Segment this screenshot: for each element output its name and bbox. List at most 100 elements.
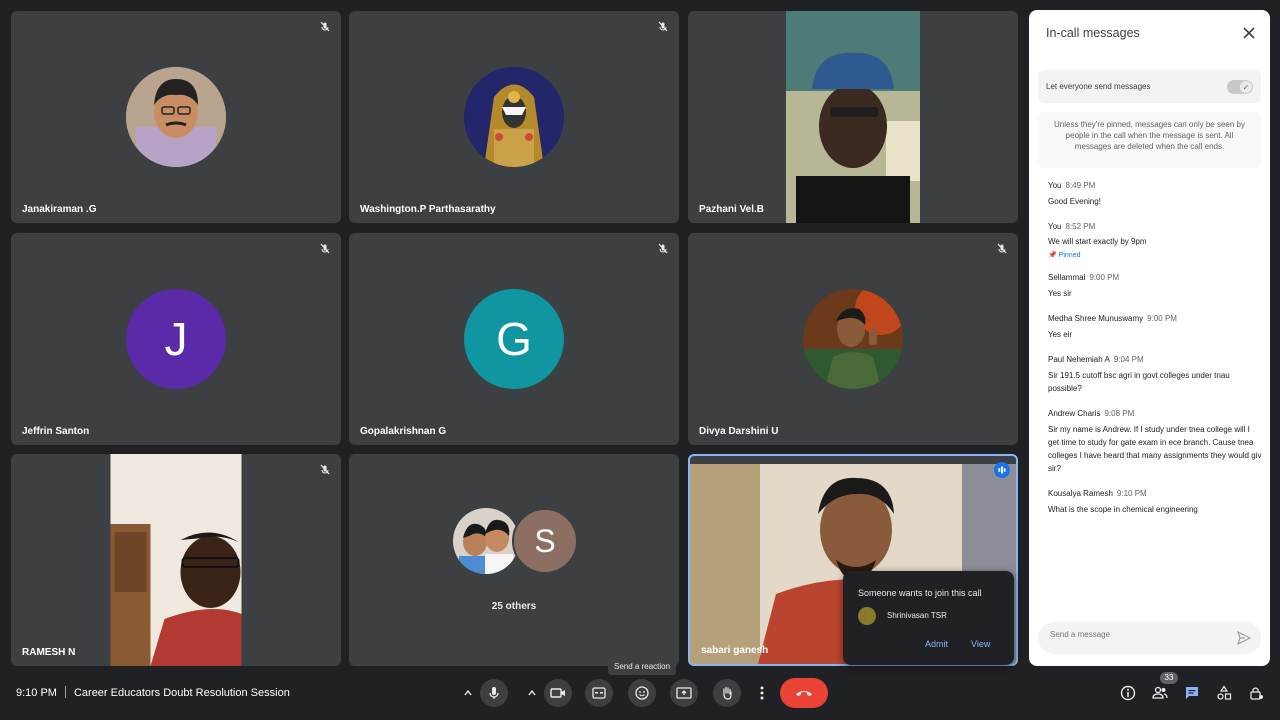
message[interactable]: You 8:52 PM We will start exactly by 9pm … — [1048, 222, 1263, 259]
leave-call-button[interactable] — [780, 678, 828, 708]
pinned-label: 📌 Pinned — [1048, 251, 1263, 259]
messages-info: Unless they're pinned, messages can only… — [1038, 112, 1261, 168]
divider — [64, 686, 66, 698]
message-text: What is the scope in chemical engineerin… — [1048, 505, 1198, 514]
message-sender: Medha Shree Munuswamy — [1048, 314, 1144, 323]
message-text: Sir my name is Andrew. If I study under … — [1048, 425, 1262, 473]
join-requester-name: Shrinivasan TSR — [887, 611, 947, 620]
camera-button[interactable] — [544, 679, 572, 707]
message-sender: You — [1048, 222, 1062, 231]
join-request-popup: Someone wants to join this call Shriniva… — [843, 571, 1014, 665]
send-messages-toggle[interactable]: ✓ — [1227, 80, 1253, 94]
mic-off-icon — [994, 241, 1010, 257]
send-icon[interactable] — [1237, 631, 1251, 645]
pin-icon: 📌 — [1048, 252, 1057, 259]
avatar-initial: J — [126, 289, 226, 389]
participant-name: Divya Darshini U — [699, 426, 779, 437]
captions-icon — [592, 687, 606, 699]
close-icon[interactable] — [1242, 26, 1256, 40]
mic-off-icon — [317, 462, 333, 478]
message-sender: Andrew Charis — [1048, 409, 1101, 418]
avatar-initial: S — [512, 508, 578, 574]
avatar-initial: G — [464, 289, 564, 389]
meeting-details-button[interactable] — [1118, 683, 1138, 703]
participant-tile[interactable]: G Gopalakrishnan G — [349, 233, 679, 445]
chat-icon — [1186, 687, 1198, 699]
participant-name: Gopalakrishnan G — [360, 426, 447, 437]
camera-icon — [550, 688, 565, 698]
chat-button[interactable] — [1182, 683, 1202, 703]
current-time: 9:10 PM — [16, 687, 57, 699]
message-sender: Paul Nehemiah A — [1048, 355, 1110, 364]
mic-off-icon — [317, 241, 333, 257]
chevron-up-icon — [528, 689, 536, 696]
others-tile[interactable]: S 25 others — [349, 454, 679, 666]
message-sender: You — [1048, 181, 1062, 190]
video-options-button[interactable] — [522, 679, 542, 707]
pinned-text: Pinned — [1058, 252, 1081, 259]
message-time: 9:04 PM — [1113, 355, 1144, 364]
view-button[interactable]: View — [971, 639, 990, 649]
participant-tile[interactable]: Pazhani Vel.B — [688, 11, 1018, 223]
reaction-button[interactable] — [628, 679, 656, 707]
mic-off-icon — [655, 19, 671, 35]
message-text: Good Evening! — [1048, 197, 1101, 206]
captions-button[interactable] — [585, 679, 613, 707]
in-call-messages-panel: In-call messages Let everyone send messa… — [1029, 10, 1270, 666]
participant-name: Washington.P Parthasarathy — [360, 204, 496, 215]
avatar — [803, 289, 903, 389]
avatar — [464, 67, 564, 167]
message: Kousalya Ramesh 9:10 PM What is the scope… — [1048, 489, 1263, 516]
mic-off-icon — [655, 241, 671, 257]
message: Paul Nehemiah A 9:04 PM Sir 191.5 cutoff … — [1048, 355, 1263, 395]
panel-title: In-call messages — [1046, 26, 1140, 40]
message-sender: Kousalya Ramesh — [1048, 489, 1113, 498]
participant-name: sabari ganesh — [701, 645, 769, 656]
join-requester-avatar — [858, 607, 876, 625]
hand-icon — [723, 686, 732, 700]
participant-name: RAMESH N — [22, 647, 76, 658]
meet-call-screen: Janakiraman .G Washington.P Parthasarath… — [0, 0, 1280, 720]
lock-person-icon — [1250, 687, 1263, 700]
speaking-indicator-icon — [994, 462, 1010, 478]
emoji-icon — [635, 686, 649, 700]
participant-tile[interactable]: Divya Darshini U — [688, 233, 1018, 445]
others-count: 25 others — [491, 601, 537, 612]
message-time: 8:52 PM — [1065, 222, 1096, 231]
participant-name: Pazhani Vel.B — [699, 204, 765, 215]
people-icon — [1152, 686, 1168, 699]
info-icon — [1120, 685, 1136, 701]
avatar — [126, 67, 226, 167]
activities-button[interactable] — [1214, 683, 1234, 703]
participant-tile[interactable]: J Jeffrin Santon — [11, 233, 341, 445]
message: You 8:49 PM Good Evening! — [1048, 181, 1263, 208]
message-input[interactable] — [1050, 630, 1220, 639]
check-icon: ✓ — [1240, 81, 1252, 93]
more-options-button[interactable] — [752, 679, 772, 707]
message-time: 9:10 PM — [1116, 489, 1147, 498]
participant-tile[interactable]: Washington.P Parthasarathy — [349, 11, 679, 223]
meeting-title: Career Educators Doubt Resolution Sessio… — [73, 687, 290, 699]
people-button[interactable] — [1150, 683, 1170, 703]
message-list: You 8:49 PM Good Evening! You 8:52 PM We w… — [1048, 181, 1263, 530]
raise-hand-button[interactable] — [713, 679, 741, 707]
meeting-info: 9:10 PM Career Educators Doubt Resolution… — [16, 686, 290, 699]
participant-tile[interactable]: Janakiraman .G — [11, 11, 341, 223]
message-time: 9:08 PM — [1104, 409, 1135, 418]
send-messages-setting: Let everyone send messages ✓ — [1038, 70, 1261, 103]
participant-video — [786, 11, 920, 223]
message-time: 9:00 PM — [1089, 273, 1120, 282]
present-screen-button[interactable] — [670, 679, 698, 707]
host-controls-button[interactable] — [1246, 683, 1266, 703]
message: Sellammal 9:00 PM Yes sir — [1048, 273, 1263, 300]
phone-hangup-icon — [796, 691, 812, 696]
activities-icon — [1217, 685, 1232, 700]
participant-tile[interactable]: RAMESH N — [11, 454, 341, 666]
message: Andrew Charis 9:08 PM Sir my name is Andr… — [1048, 409, 1263, 475]
message-text: Yes eir — [1048, 330, 1073, 339]
message-text: We will start exactly by 9pm — [1048, 237, 1147, 246]
admit-button[interactable]: Admit — [925, 639, 948, 649]
audio-options-button[interactable] — [458, 679, 478, 707]
microphone-button[interactable] — [480, 679, 508, 707]
message-time: 9:00 PM — [1147, 314, 1177, 323]
